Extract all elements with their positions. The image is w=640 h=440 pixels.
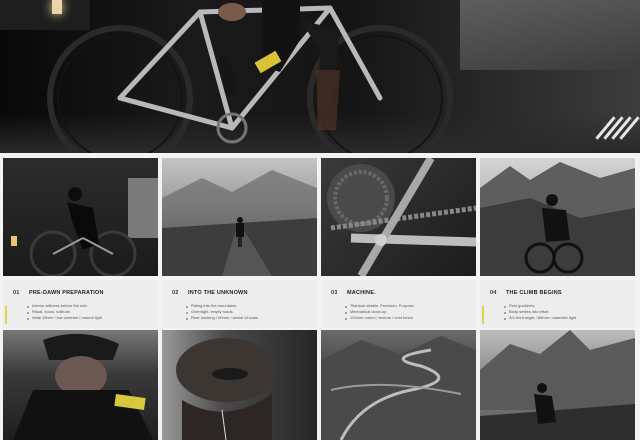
card-photo [162, 158, 317, 276]
accent-marker [5, 306, 7, 324]
face-closeup-icon [176, 338, 276, 440]
card-title: PRE-DAWN PREPARATION [29, 290, 104, 296]
card-caption: 03 MACHINE. Titanium details. Precision. … [321, 280, 476, 328]
card-number: 04 [490, 290, 497, 296]
bottom-photo-3 [321, 330, 476, 440]
bullet-item: Wide 35mm / low contrast / natural light [27, 315, 102, 321]
mountain-road-icon [162, 170, 317, 276]
card-bullets: Interior stillness before the ride. Ritu… [27, 303, 102, 322]
bottom-photo-1 [3, 330, 158, 440]
accent-marker [482, 306, 484, 324]
rider-silhouette-icon [11, 178, 158, 276]
card-bullets: Riding into the mountains. Overnight, em… [186, 303, 258, 322]
card-caption: 01 PRE-DAWN PREPARATION Interior stillnes… [3, 280, 158, 328]
climbing-rider-icon [480, 162, 635, 276]
bullet-item: 100mm macro / texture / cold tones [345, 315, 415, 321]
card-title: MACHINE. [347, 290, 376, 296]
bullet-item: Rear tracking / 50mm / sense of scale [186, 315, 258, 321]
bottom-photo-4 [480, 330, 635, 440]
card-title-row: 03 MACHINE. [331, 290, 376, 296]
cliff-rider-icon [480, 330, 635, 440]
card-title: THE CLIMB BEGINS [506, 290, 562, 296]
road-bike-icon [47, 0, 453, 153]
card-photo [3, 158, 158, 276]
card-title-row: 02 INTO THE UNKNOWN [172, 290, 248, 296]
diagonal-stripes-logo-icon [595, 112, 640, 146]
bottom-photo-2 [162, 330, 317, 440]
storyboard-grid: 01 PRE-DAWN PREPARATION Interior stillnes… [0, 153, 640, 440]
card-caption: 04 THE CLIMB BEGINS First gradients. Body… [480, 280, 635, 328]
card-title-row: 01 PRE-DAWN PREPARATION [13, 290, 104, 296]
card-bullets: First gradients. Body settles into effor… [504, 303, 576, 322]
card-number: 01 [13, 290, 20, 296]
card-photo [480, 158, 635, 276]
card-title-row: 04 THE CLIMB BEGINS [490, 290, 562, 296]
serpentine-road-icon [321, 336, 476, 440]
bullet-item: 3/4 front angle / 85mm / dramatic light [504, 315, 576, 321]
chain-gear-icon [327, 158, 476, 276]
card-number: 02 [172, 290, 179, 296]
card-number: 03 [331, 290, 338, 296]
hero-banner [0, 0, 640, 153]
card-bullets: Titanium details. Precision. Purpose. Me… [345, 303, 415, 322]
card-photo [321, 158, 476, 276]
rider-effort-icon [13, 333, 153, 440]
card-caption: 02 INTO THE UNKNOWN Riding into the mount… [162, 280, 317, 328]
card-title: INTO THE UNKNOWN [188, 290, 248, 296]
